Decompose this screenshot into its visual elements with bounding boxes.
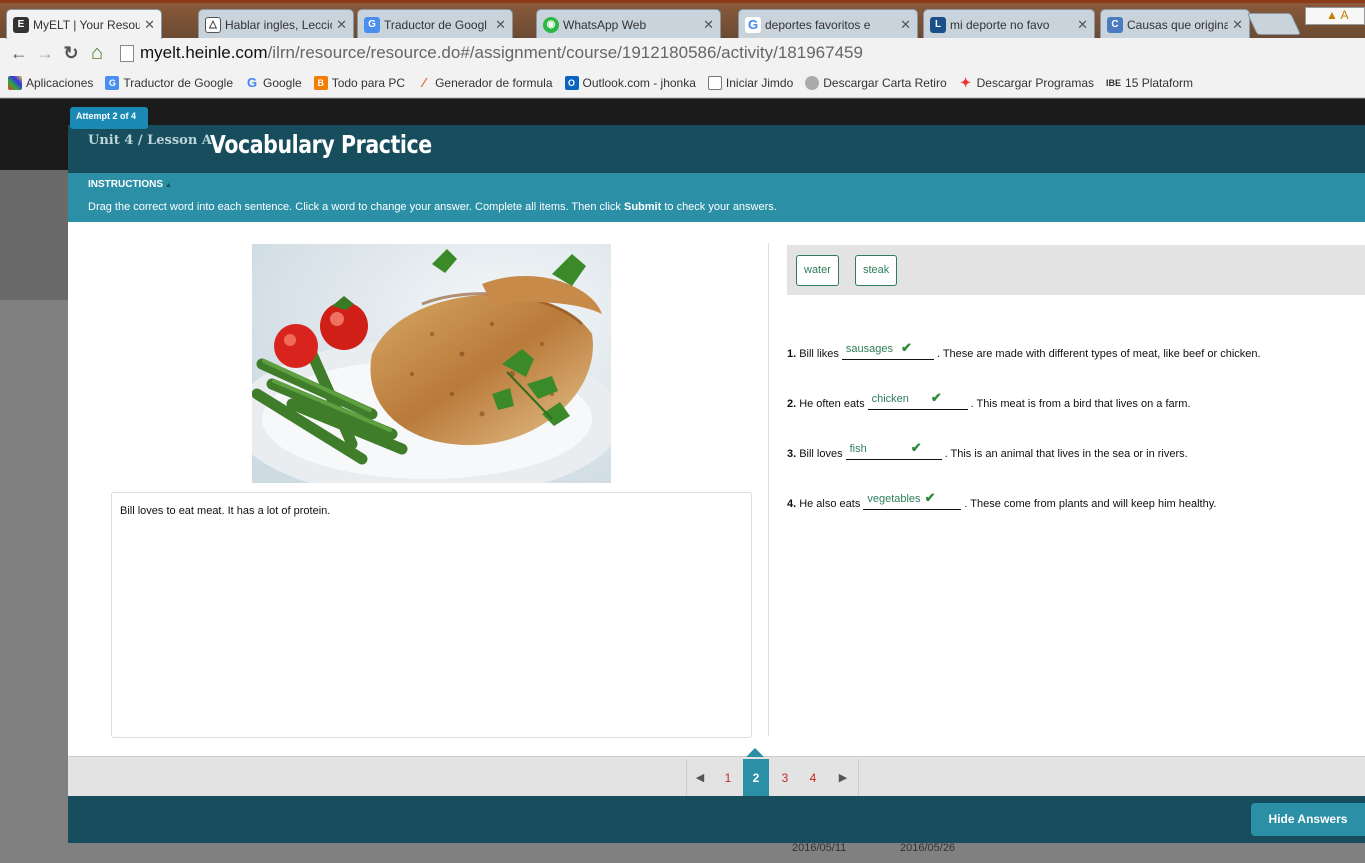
food-photo <box>252 244 611 483</box>
passage-column: Bill loves to eat meat. It has a lot of … <box>68 222 768 756</box>
outlook-icon: O <box>564 75 579 90</box>
carta-icon <box>805 75 820 90</box>
checkmark-icon: ✔ <box>924 490 936 505</box>
tab-translate[interactable]: G Traductor de Googl ✕ <box>357 9 513 39</box>
tab-hablar[interactable]: △ Hablar ingles, Leccio ✕ <box>198 9 354 39</box>
google-translate-icon: G <box>364 16 380 33</box>
google-translate-icon: G <box>105 75 120 90</box>
programas-icon: ✦ <box>960 74 972 90</box>
tab-title: deportes favoritos e <box>765 17 871 32</box>
checkmark-icon: ✔ <box>910 440 922 455</box>
bookmark-carta[interactable]: Descargar Carta Retiro <box>805 75 947 90</box>
checkmark-icon: ✔ <box>901 340 912 355</box>
home-icon[interactable]: ⌂ <box>84 42 110 65</box>
forward-icon[interactable]: → <box>32 43 58 64</box>
formula-icon: ⁄ <box>423 75 426 90</box>
causas-icon: C <box>1107 16 1123 33</box>
activity-modal: Unit 4 / Lesson A Vocabulary Practice IN… <box>68 125 1365 843</box>
warning-icon[interactable]: ▲ A <box>1305 7 1365 25</box>
whatsapp-icon: ◉ <box>543 16 559 33</box>
hablar-icon: △ <box>205 16 221 33</box>
page-3-button[interactable]: 3 <box>775 759 795 797</box>
page-2-button[interactable]: 2 <box>743 759 769 797</box>
word-bank: water steak <box>787 245 1365 295</box>
chicken-salad-image <box>252 244 611 483</box>
blogger-icon: B <box>313 75 328 90</box>
ibe-icon: IBE <box>1106 77 1122 88</box>
page-title: Vocabulary Practice <box>210 130 432 159</box>
close-icon[interactable]: ✕ <box>900 17 911 33</box>
word-chip-water[interactable]: water <box>796 255 839 286</box>
google-icon: G <box>246 75 258 90</box>
page-1-button[interactable]: 1 <box>718 759 738 797</box>
hide-answers-button[interactable]: Hide Answers <box>1251 803 1365 836</box>
question-item: 4. He also eats vegetables ✔ . These come… <box>787 490 1217 510</box>
tab-title: MyELT | Your Resou <box>33 17 141 32</box>
myelt-icon: E <box>13 16 29 33</box>
answer-slot[interactable]: chicken ✔ <box>867 390 968 410</box>
question-item: 1. Bill likes sausages ✔ . These are made… <box>787 340 1261 360</box>
url-host: myelt.heinle.com <box>140 43 268 62</box>
apps-icon <box>8 75 22 90</box>
question-item: 2. He often eats chicken ✔ . This meat is… <box>787 390 1191 410</box>
bookmark-outlook[interactable]: O Outlook.com - jhonka <box>564 75 696 90</box>
address-bar: ← → ↻ ⌂ myelt.heinle.com/ilrn/resource/r… <box>0 38 1365 68</box>
tab-title: WhatsApp Web <box>563 17 647 32</box>
page-icon <box>120 44 134 62</box>
tab-mi-deporte[interactable]: L mi deporte no favo ✕ <box>923 9 1095 39</box>
question-item: 3. Bill loves fish ✔ . This is an animal … <box>787 440 1188 460</box>
url-field[interactable]: myelt.heinle.com/ilrn/resource/resource.… <box>120 43 863 63</box>
tab-title: Traductor de Googl <box>384 17 487 32</box>
bookmarks-bar: Aplicaciones G Traductor de Google G Googl… <box>0 68 1365 98</box>
answer-slot[interactable]: vegetables ✔ <box>863 490 962 510</box>
page-icon <box>707 75 722 90</box>
url-path: /ilrn/resource/resource.do#/assignment/c… <box>267 43 863 62</box>
lingq-icon: L <box>930 16 946 33</box>
answer-slot[interactable]: sausages ✔ <box>841 340 934 360</box>
pagination: ◀ 1 2 3 4 ▶ <box>68 748 1365 797</box>
tab-whatsapp[interactable]: ◉ WhatsApp Web ✕ <box>536 9 721 39</box>
caret-up-icon: ▲ <box>165 182 172 189</box>
instructions-toggle[interactable]: INSTRUCTIONS ▲ <box>88 179 172 190</box>
tab-causas[interactable]: C Causas que origina ✕ <box>1100 9 1250 39</box>
bookmark-programas[interactable]: ✦ Descargar Programas <box>959 74 1094 90</box>
close-icon[interactable]: ✕ <box>1077 17 1088 33</box>
modal-footer: Hide Answers <box>68 796 1365 843</box>
tab-title: Hablar ingles, Leccio <box>225 17 333 32</box>
close-icon[interactable]: ✕ <box>144 17 155 33</box>
tab-strip: E MyELT | Your Resou ✕ △ Hablar ingles, … <box>0 0 1365 39</box>
modal-header: Unit 4 / Lesson A Vocabulary Practice <box>68 125 1365 173</box>
checkmark-icon: ✔ <box>930 390 942 405</box>
prev-page-icon[interactable]: ◀ <box>690 759 710 797</box>
instructions-text: Drag the correct word into each sentence… <box>88 201 777 213</box>
bookmark-generador[interactable]: ⁄ Generador de formula <box>417 75 553 90</box>
tab-title: mi deporte no favo <box>950 17 1050 32</box>
google-icon: G <box>745 16 761 33</box>
close-icon[interactable]: ✕ <box>703 17 714 33</box>
next-page-icon[interactable]: ▶ <box>833 759 853 797</box>
page-4-button[interactable]: 4 <box>803 759 823 797</box>
unit-lesson-label: Unit 4 / Lesson A <box>88 133 212 148</box>
answer-slot[interactable]: fish ✔ <box>845 440 942 460</box>
back-icon[interactable]: ← <box>6 43 32 64</box>
tab-deportes[interactable]: G deportes favoritos e ✕ <box>738 9 918 39</box>
word-chip-steak[interactable]: steak <box>855 255 898 286</box>
bookmark-jimdo[interactable]: Iniciar Jimdo <box>707 75 793 90</box>
bookmark-google[interactable]: G Google <box>245 75 302 90</box>
tab-myelt[interactable]: E MyELT | Your Resou ✕ <box>6 9 162 39</box>
passage-text: Bill loves to eat meat. It has a lot of … <box>111 492 752 738</box>
new-tab-button[interactable] <box>1246 13 1302 35</box>
close-icon[interactable]: ✕ <box>336 17 347 33</box>
tab-title: Causas que origina <box>1127 17 1229 32</box>
bookmark-todo-pc[interactable]: B Todo para PC <box>313 75 405 90</box>
close-icon[interactable]: ✕ <box>1232 17 1243 33</box>
bookmark-plataform[interactable]: IBE 15 Plataform <box>1106 76 1193 90</box>
instructions-panel: INSTRUCTIONS ▲ Drag the correct word into… <box>68 173 1365 222</box>
reload-icon[interactable]: ↻ <box>58 43 84 64</box>
bookmark-traductor[interactable]: G Traductor de Google <box>105 75 233 90</box>
attempt-badge: Attempt 2 of 4 <box>70 107 148 129</box>
close-icon[interactable]: ✕ <box>495 17 506 33</box>
bookmark-aplicaciones[interactable]: Aplicaciones <box>8 75 93 90</box>
